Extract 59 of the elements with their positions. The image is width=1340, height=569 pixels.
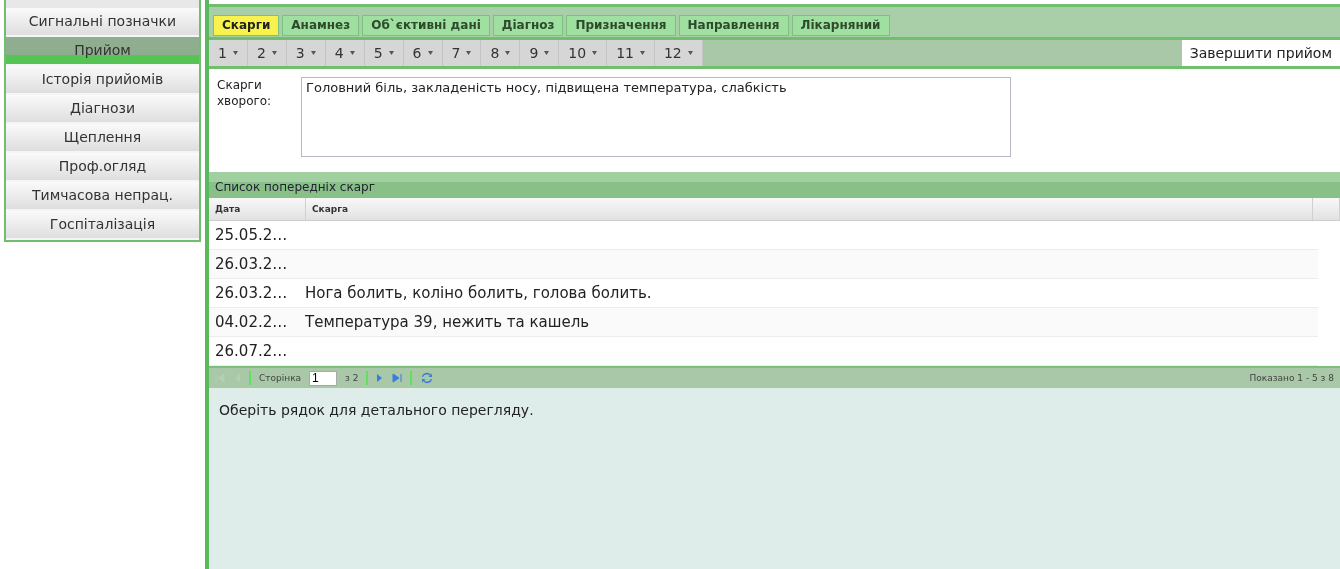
caret-icon xyxy=(505,51,511,55)
table-cell-text: 25.05.2… xyxy=(215,226,289,244)
caret-icon xyxy=(310,51,316,55)
table-cell-text: 26.03.2… xyxy=(215,255,289,273)
caret-icon xyxy=(687,51,693,55)
complaints-field[interactable]: Головний біль, закладеність носу, підвищена температура, слабкість xyxy=(301,77,1011,157)
page-field[interactable]: 1 xyxy=(309,370,338,386)
caret-icon xyxy=(544,51,550,55)
tab[interactable]: Скарги xyxy=(213,15,280,36)
step-button[interactable]: 8 xyxy=(481,40,521,66)
tab[interactable]: Анамнез xyxy=(282,15,360,36)
column-header[interactable]: Скарга xyxy=(306,198,1313,220)
step-button[interactable]: 2 xyxy=(247,40,287,66)
step-button[interactable]: 9 xyxy=(520,40,560,66)
table-cell-text: 04.02.2… xyxy=(215,313,289,331)
tab[interactable]: Об`єктивні дані xyxy=(362,15,490,36)
sidebar-item[interactable]: Щеплення xyxy=(6,124,199,153)
sidebar-item[interactable]: Тимчасова непрац. xyxy=(6,182,199,211)
sidebar-item[interactable]: Проф.огляд xyxy=(6,153,199,182)
caret-icon xyxy=(232,51,238,55)
caret-icon xyxy=(388,51,394,55)
field-label: Скарги хворого: xyxy=(217,77,273,110)
caret-icon xyxy=(639,51,645,55)
sidebar-item[interactable]: Діагнози xyxy=(6,95,199,124)
refresh-icon[interactable] xyxy=(420,371,435,385)
step-button[interactable]: 3 xyxy=(286,40,326,66)
caret-icon xyxy=(466,51,472,55)
caret-icon xyxy=(592,51,598,55)
last-page-icon[interactable] xyxy=(392,373,403,383)
page-label: Сторінка xyxy=(259,373,302,383)
step-button[interactable]: 5 xyxy=(364,40,404,66)
grid-title: Список попередніх скарг xyxy=(209,172,1340,198)
step-button[interactable]: 10 xyxy=(559,40,608,66)
paging-summary: Показано 1 - 5 з 8 xyxy=(1249,373,1334,383)
table-cell: Температура 39, нежить та кашель xyxy=(305,313,590,331)
table-cell-text: 26.03.2… xyxy=(215,284,289,302)
caret-icon xyxy=(427,51,433,55)
table-cell: Нога болить, коліно болить, голова болить. xyxy=(305,284,652,302)
tab[interactable]: Діагноз xyxy=(492,15,564,36)
step-button[interactable]: 1 xyxy=(209,40,248,66)
page-count: з 2 xyxy=(345,373,359,383)
tab[interactable]: Призначення xyxy=(566,15,676,36)
sidebar-item[interactable]: Прийом xyxy=(6,37,199,66)
sidebar-item[interactable]: Історія прийомів xyxy=(6,66,199,95)
caret-icon xyxy=(271,51,277,55)
sidebar-item[interactable]: Госпіталізація xyxy=(6,211,199,240)
table-cell-text: 26.07.2… xyxy=(215,342,289,360)
step-button[interactable]: 6 xyxy=(403,40,443,66)
step-button[interactable]: 7 xyxy=(442,40,482,66)
step-button[interactable]: 12 xyxy=(654,40,703,66)
tab[interactable]: Направлення xyxy=(678,15,789,36)
step-button[interactable]: 4 xyxy=(325,40,365,66)
caret-icon xyxy=(349,51,355,55)
tab[interactable]: Лікарняний xyxy=(791,15,890,36)
column-header[interactable]: Дата xyxy=(209,198,306,220)
sidebar-item[interactable]: Сигнальні позначки xyxy=(6,8,199,37)
detail-hint: Оберіть рядок для детального перегляду. xyxy=(219,402,534,418)
finish-button[interactable]: Завершити прийом xyxy=(1181,40,1340,66)
step-button[interactable]: 11 xyxy=(607,40,655,66)
